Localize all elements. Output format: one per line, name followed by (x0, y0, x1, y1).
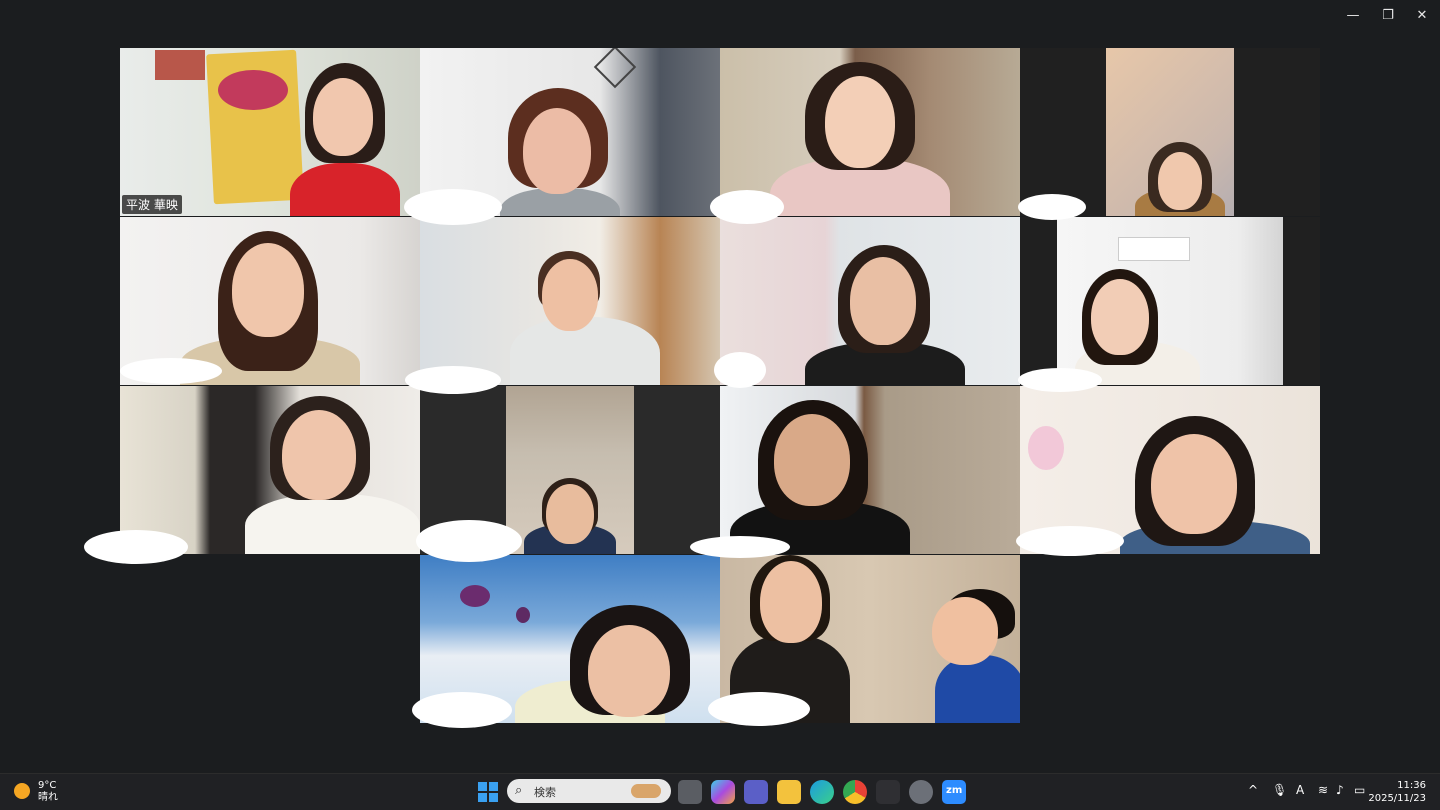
tray-chevron-icon[interactable]: ^ (1248, 783, 1258, 797)
person-face (1091, 279, 1149, 355)
participant-name: 平波 華映 (122, 195, 182, 214)
search-highlight-icon (631, 784, 661, 798)
name-mask (710, 190, 784, 224)
windows-icon (478, 782, 498, 802)
name-mask (120, 358, 222, 384)
person-face (760, 561, 822, 643)
sun-icon (14, 783, 30, 799)
task-view-icon[interactable] (678, 780, 702, 804)
clock-date: 2025/11/23 (1368, 793, 1426, 804)
edge-icon[interactable] (810, 780, 834, 804)
video-tile[interactable]: 平波 華映 (120, 48, 420, 216)
person-face (1158, 152, 1202, 210)
copilot-icon[interactable] (711, 780, 735, 804)
book-cup-illustration (218, 70, 288, 110)
person-face (546, 484, 594, 544)
name-mask (404, 189, 502, 225)
name-mask (405, 366, 501, 394)
video-tile[interactable] (420, 217, 720, 385)
person-face (850, 257, 916, 345)
start-button[interactable] (476, 780, 500, 804)
bookshelf (155, 50, 205, 80)
person-body (510, 317, 660, 385)
volume-icon[interactable]: ♪ (1336, 783, 1344, 797)
teams-icon[interactable] (744, 780, 768, 804)
person-face (232, 243, 304, 337)
weather-temperature: 9°C (38, 780, 57, 791)
zoom-icon[interactable]: zm (942, 780, 966, 804)
name-mask (708, 692, 810, 726)
name-mask (416, 520, 522, 562)
minimize-button[interactable]: — (1338, 4, 1368, 26)
window-titlebar: — ❐ ✕ (0, 0, 1440, 30)
cosmos-flower (460, 585, 490, 607)
name-mask (1018, 368, 1102, 392)
person-face (313, 78, 373, 156)
search-placeholder: 検索 (534, 786, 556, 799)
video-gallery: 平波 華映 (0, 30, 1440, 774)
wifi-icon[interactable]: ≋ (1318, 783, 1328, 797)
ime-indicator[interactable]: A (1296, 783, 1304, 797)
settings-gear-icon[interactable] (909, 780, 933, 804)
cosmos-bud (516, 607, 530, 623)
person-face (1151, 434, 1237, 534)
person-body (245, 494, 420, 554)
system-clock[interactable]: 11:36 2025/11/23 (1368, 779, 1426, 805)
person-face (523, 108, 591, 194)
windows-taskbar: 9°C 晴れ ⌕ 検索 zm ^ 🎙 A ≋ ♪ ▭ 11:36 2025/11… (0, 773, 1440, 810)
name-mask (1016, 526, 1124, 556)
search-icon: ⌕ (515, 783, 523, 798)
child-face (932, 597, 998, 665)
person-face (825, 76, 895, 168)
weather-description: 晴れ (38, 792, 58, 803)
plush-toy (1028, 426, 1064, 470)
child-body (935, 655, 1020, 723)
person-face (774, 414, 850, 506)
video-tile[interactable] (720, 48, 1020, 216)
battery-icon[interactable]: ▭ (1354, 783, 1365, 797)
clock-time: 11:36 (1397, 780, 1426, 791)
person-body (290, 163, 400, 216)
file-explorer-icon[interactable] (777, 780, 801, 804)
name-mask (84, 530, 188, 564)
close-button[interactable]: ✕ (1407, 4, 1437, 26)
taskbar-search[interactable]: ⌕ 検索 (507, 779, 671, 803)
restore-button[interactable]: ❐ (1373, 4, 1403, 26)
air-conditioner (1118, 237, 1190, 261)
slack-icon[interactable] (876, 780, 900, 804)
video-tile[interactable] (720, 386, 1020, 554)
person-face (282, 410, 356, 500)
video-tile[interactable] (1020, 217, 1320, 385)
name-mask (714, 352, 766, 388)
video-tile[interactable] (720, 217, 1020, 385)
name-mask (690, 536, 790, 558)
microphone-icon[interactable]: 🎙 (1272, 783, 1287, 797)
video-tile[interactable] (120, 386, 420, 554)
video-tile[interactable] (1020, 48, 1320, 216)
chrome-icon[interactable] (843, 780, 867, 804)
person-face (542, 259, 598, 331)
person-face (588, 625, 670, 717)
name-mask (412, 692, 512, 728)
name-mask (1018, 194, 1086, 220)
